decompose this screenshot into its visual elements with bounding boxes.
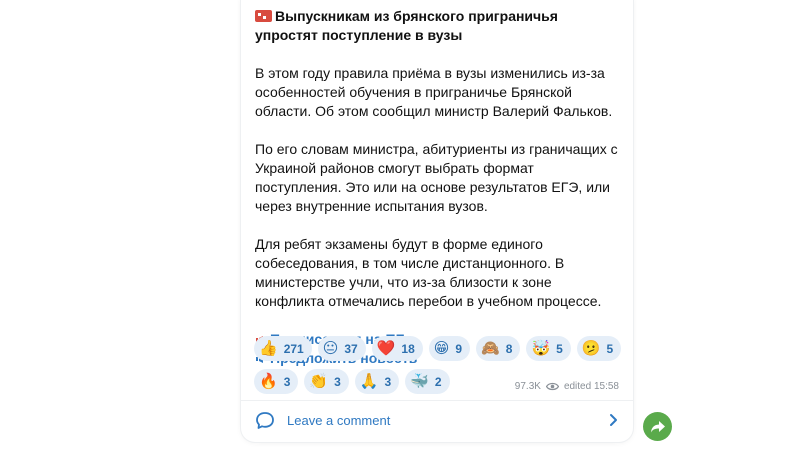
post-paragraph: По его словам министра, абитуриенты из г…	[255, 141, 618, 214]
post-paragraph: В этом году правила приёма в вузы измени…	[255, 65, 613, 119]
fire-icon: 🔥	[259, 373, 278, 390]
whale-icon: 🐳	[410, 373, 429, 390]
comment-bubble-icon	[256, 411, 274, 429]
flag-icon	[255, 10, 272, 22]
reaction-chip[interactable]: 😁 9	[428, 336, 471, 361]
reaction-count: 18	[401, 341, 415, 356]
reaction-chip[interactable]: 🤯 5	[526, 336, 571, 361]
reactions: 👍 271 😐 37 ❤️ 18 😁 9 🙈 8 🤯 5 🫤 5 🔥 3 👏 3 🙏 3 🐳 2	[254, 336, 624, 402]
post-card: Выпускникам из брянского приграничья упр…	[241, 0, 633, 442]
reaction-count: 8	[505, 341, 513, 356]
reaction-count: 3	[384, 374, 392, 389]
eye-icon	[545, 382, 559, 391]
leave-comment-label: Leave a comment	[287, 412, 391, 428]
reaction-chip[interactable]: 👍 271	[254, 336, 312, 361]
grinning-face-icon: 😁	[433, 340, 450, 357]
reaction-chip[interactable]: 🫤 5	[576, 336, 622, 361]
reaction-chip[interactable]: 😐 37	[317, 336, 366, 361]
reactions-row: 👍 271 😐 37 ❤️ 18 😁 9 🙈 8 🤯 5 🫤 5	[254, 336, 624, 361]
heart-icon: ❤️	[376, 340, 396, 357]
reaction-chip[interactable]: 🙏 3	[354, 369, 400, 394]
post-title-text: Выпускникам из брянского приграничья упр…	[255, 8, 558, 43]
reaction-count: 9	[455, 341, 463, 356]
exploding-head-icon: 🤯	[531, 340, 551, 357]
post-meta: 97.3K edited 15:58	[515, 381, 619, 392]
reaction-count: 5	[556, 341, 563, 356]
divider	[241, 400, 633, 401]
neutral-face-icon: 😐	[322, 340, 339, 357]
reaction-count: 3	[334, 374, 341, 389]
reaction-chip[interactable]: 🙈 8	[476, 336, 521, 361]
reaction-chip[interactable]: 🐳 2	[405, 369, 450, 394]
post-paragraph: Для ребят экзамены будут в форме единого…	[255, 236, 602, 309]
reaction-count: 2	[434, 374, 442, 389]
post-body: Выпускникам из брянского приграничья упр…	[255, 0, 623, 368]
views-count: 97.3K	[514, 381, 541, 392]
share-button[interactable]	[643, 412, 672, 441]
leave-comment-button[interactable]: Leave a comment	[255, 406, 619, 434]
reaction-chip[interactable]: 🔥 3	[254, 369, 299, 394]
confused-face-icon: 🫤	[581, 340, 601, 357]
reaction-count: 37	[344, 341, 358, 356]
reaction-count: 5	[606, 341, 614, 356]
see-no-evil-monkey-icon: 🙈	[481, 340, 500, 357]
reaction-chip[interactable]: 👏 3	[304, 369, 349, 394]
reaction-count: 271	[283, 341, 304, 356]
thumbs-up-icon: 👍	[259, 340, 278, 357]
chevron-right-icon	[610, 414, 617, 426]
reaction-count: 3	[283, 374, 291, 389]
share-arrow-icon	[650, 420, 665, 432]
post-title: Выпускникам из брянского приграничья упр…	[255, 7, 623, 45]
clapping-hands-icon: 👏	[309, 373, 329, 390]
folded-hands-icon: 🙏	[359, 373, 379, 390]
reaction-chip[interactable]: ❤️ 18	[371, 336, 423, 361]
edited-time: edited 15:58	[563, 381, 619, 392]
